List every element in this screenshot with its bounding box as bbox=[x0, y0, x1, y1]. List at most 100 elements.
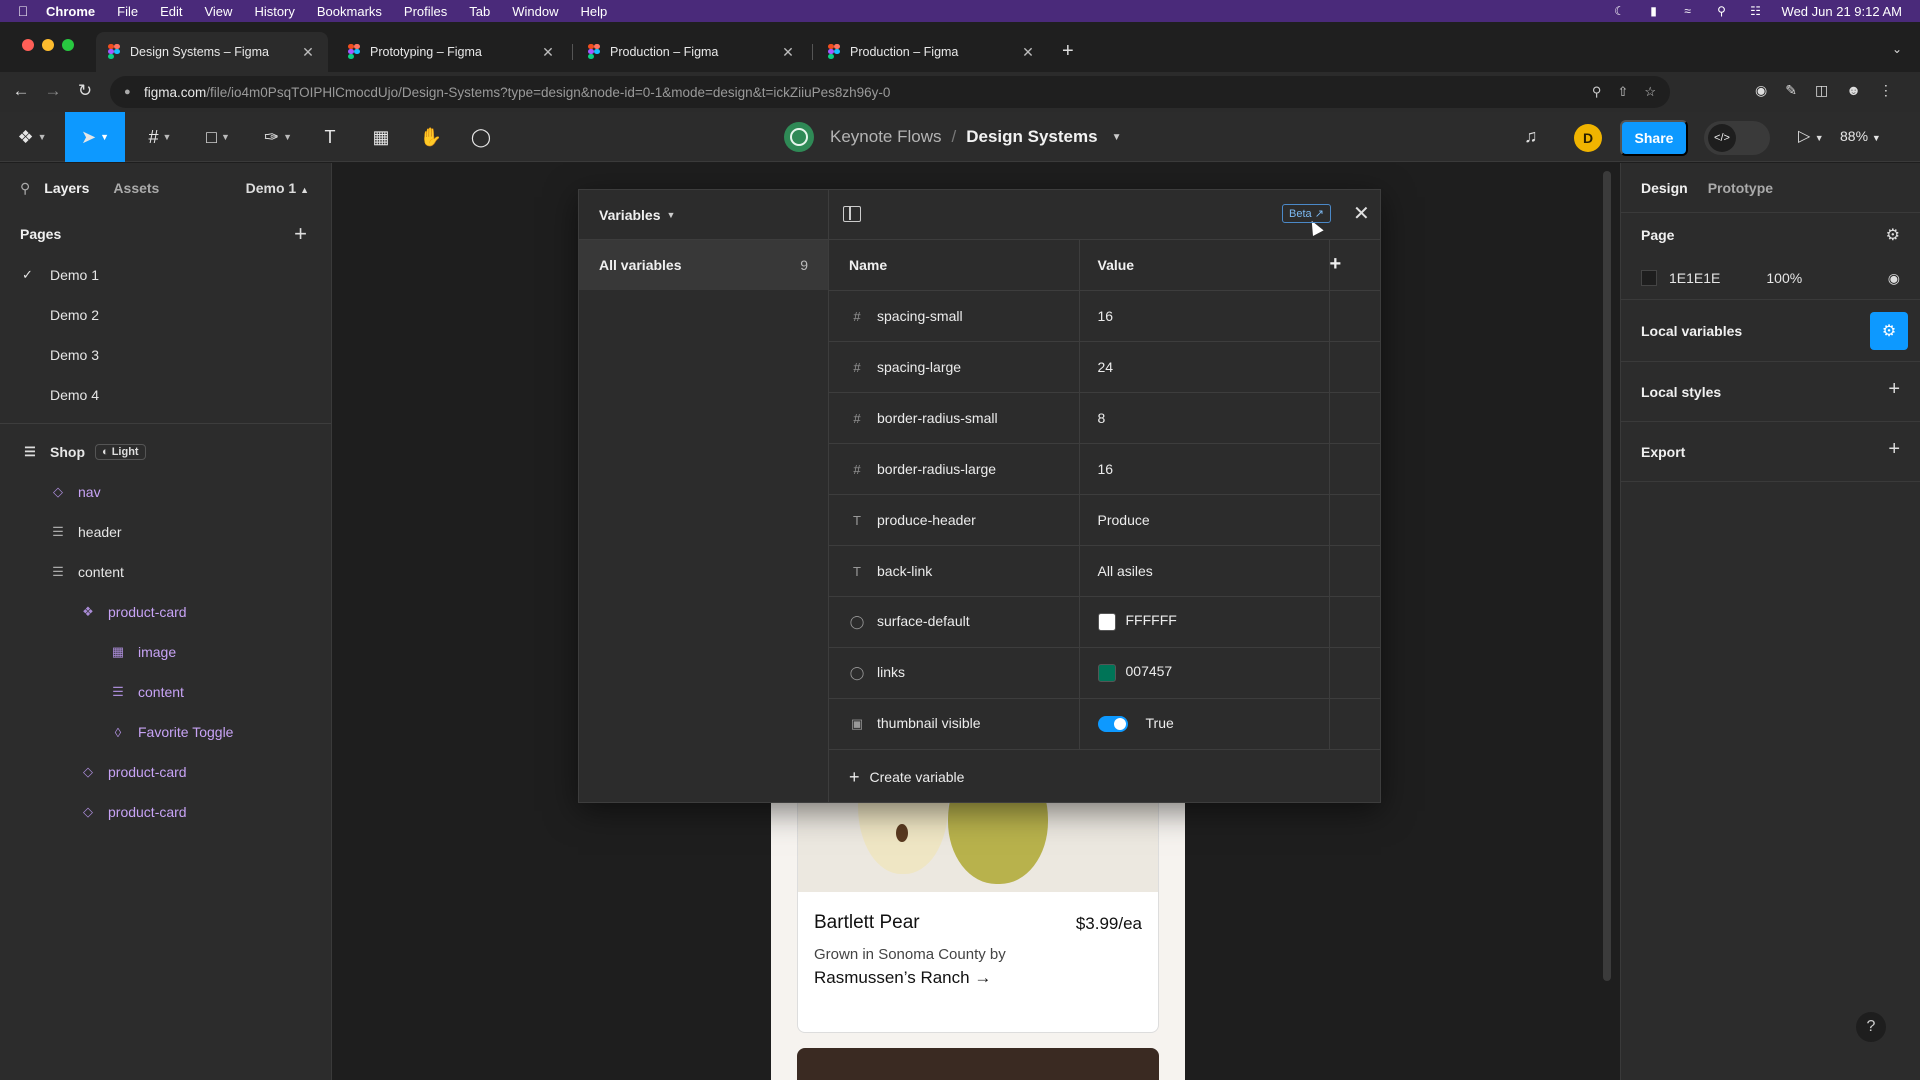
background-hex[interactable]: 1E1E1E bbox=[1669, 270, 1720, 286]
table-row[interactable]: Tback-link All asiles bbox=[829, 545, 1381, 597]
eye-icon[interactable]: ◉ bbox=[1888, 270, 1900, 287]
add-style-icon[interactable]: + bbox=[1888, 378, 1900, 401]
chevron-down-icon[interactable]: ▼ bbox=[1112, 132, 1122, 143]
tab-prototype[interactable]: Prototype bbox=[1708, 180, 1773, 196]
variable-value[interactable]: FFFFFF bbox=[1126, 612, 1177, 628]
tab-close-icon[interactable]: ✕ bbox=[540, 44, 556, 61]
table-row[interactable]: # spacing-small 16 bbox=[829, 290, 1381, 342]
menu-window[interactable]: Window bbox=[512, 4, 558, 19]
tab-close-icon[interactable]: ✕ bbox=[1020, 44, 1036, 61]
reload-icon[interactable]: ↻ bbox=[74, 81, 96, 101]
resources-tool-button[interactable]: ▦ bbox=[366, 112, 396, 162]
variable-name[interactable]: spacing-small bbox=[877, 308, 963, 324]
layer-shop[interactable]: ☰ Shop ◐ Light bbox=[0, 432, 331, 472]
menu-help[interactable]: Help bbox=[581, 4, 608, 19]
comment-tool-button[interactable]: ◯ bbox=[466, 112, 496, 162]
mode-badge[interactable]: ◐ Light bbox=[95, 444, 146, 460]
variable-value[interactable]: All asiles bbox=[1098, 563, 1153, 579]
layer-content[interactable]: ☰ content bbox=[0, 552, 331, 592]
open-variables-icon[interactable]: ⚙ bbox=[1870, 312, 1908, 350]
variable-value[interactable]: 007457 bbox=[1126, 663, 1173, 679]
shape-tool-button[interactable]: □ ▼ bbox=[196, 112, 240, 162]
layer-nav[interactable]: ◇ nav bbox=[0, 472, 331, 512]
bookmark-star-icon[interactable]: ☆ bbox=[1644, 84, 1656, 100]
menu-history[interactable]: History bbox=[254, 4, 294, 19]
puzzle-extensions-icon[interactable]: ✎ bbox=[1785, 82, 1797, 99]
share-page-icon[interactable]: ⇧ bbox=[1617, 84, 1628, 100]
moon-icon[interactable]: ☾ bbox=[1612, 4, 1628, 18]
color-swatch[interactable] bbox=[1097, 663, 1116, 682]
table-row[interactable]: ▣ thumbnail visible True bbox=[829, 698, 1381, 750]
project-name[interactable]: Keynote Flows bbox=[830, 127, 942, 147]
variable-name[interactable]: spacing-large bbox=[877, 359, 961, 375]
audio-headphones-icon[interactable]: ♫ bbox=[1524, 126, 1538, 147]
side-panel-icon[interactable]: ◫ bbox=[1815, 82, 1828, 99]
text-tool-button[interactable]: T bbox=[316, 112, 344, 162]
apple-icon[interactable]:  bbox=[0, 3, 46, 19]
variables-dropdown[interactable]: Variables ▼ bbox=[579, 190, 828, 240]
create-variable-button[interactable]: + Create variable bbox=[829, 752, 1381, 802]
layer-image[interactable]: ▦ image bbox=[0, 632, 331, 672]
color-swatch[interactable] bbox=[1097, 612, 1116, 631]
forward-arrow-icon[interactable]: → bbox=[42, 81, 64, 101]
main-menu-button[interactable]: ❖ ▼ bbox=[12, 112, 52, 162]
page-settings-icon[interactable]: ⚙ bbox=[1886, 225, 1900, 245]
dev-mode-toggle[interactable]: </> bbox=[1704, 121, 1770, 155]
variable-name[interactable]: produce-header bbox=[877, 512, 976, 528]
variable-value[interactable]: 24 bbox=[1098, 359, 1114, 375]
zoom-level[interactable]: 88% ▼ bbox=[1840, 128, 1881, 144]
frame-tool-button[interactable]: # ▼ bbox=[138, 112, 182, 162]
menu-file[interactable]: File bbox=[117, 4, 138, 19]
boolean-toggle[interactable] bbox=[1097, 716, 1128, 733]
tab-assets[interactable]: Assets bbox=[113, 180, 159, 196]
site-info-icon[interactable]: ● bbox=[124, 86, 134, 98]
present-play-icon[interactable]: ▷ ▼ bbox=[1798, 126, 1824, 146]
table-row[interactable]: # border-radius-small 8 bbox=[829, 392, 1381, 444]
shop-frame[interactable]: Bartlett Pear $3.99/ea Grown in Sonoma C… bbox=[771, 763, 1185, 1080]
variable-value[interactable]: 16 bbox=[1098, 308, 1114, 324]
table-row[interactable]: # border-radius-large 16 bbox=[829, 443, 1381, 495]
tab-search-chevron-icon[interactable]: ⌄ bbox=[1892, 42, 1902, 56]
variable-name[interactable]: border-radius-small bbox=[877, 410, 998, 426]
zoom-indicator-icon[interactable]: ⚲ bbox=[1592, 84, 1602, 100]
new-tab-icon[interactable]: + bbox=[1062, 40, 1074, 63]
variable-name[interactable]: border-radius-large bbox=[877, 461, 996, 477]
zoom-window-button[interactable] bbox=[62, 39, 74, 51]
table-row[interactable]: # spacing-large 24 bbox=[829, 341, 1381, 393]
close-icon[interactable]: ✕ bbox=[1353, 201, 1370, 226]
tab-close-icon[interactable]: ✕ bbox=[780, 44, 796, 61]
layer-product-card-3[interactable]: ◇ product-card bbox=[0, 792, 331, 832]
page-selector[interactable]: Demo 1 ▲ bbox=[246, 180, 309, 196]
farm-link[interactable]: Rasmussen’s Ranch → bbox=[814, 968, 991, 988]
more-menu-icon[interactable]: ⋮ bbox=[1879, 82, 1893, 99]
browser-tab-production-2[interactable]: Production – Figma ✕ bbox=[816, 32, 1048, 72]
table-row[interactable]: Tproduce-header Produce bbox=[829, 494, 1381, 546]
page-background-row[interactable]: 1E1E1E 100% ◉ bbox=[1621, 257, 1920, 299]
extension-icon[interactable]: ◉ bbox=[1755, 82, 1767, 99]
layer-header[interactable]: ☰ header bbox=[0, 512, 331, 552]
layer-product-card[interactable]: ❖ product-card bbox=[0, 592, 331, 632]
variable-name[interactable]: back-link bbox=[877, 563, 932, 579]
add-mode-icon[interactable]: + bbox=[1329, 240, 1381, 291]
variable-value[interactable]: 16 bbox=[1098, 461, 1114, 477]
variable-name[interactable]: surface-default bbox=[877, 613, 970, 629]
table-row[interactable]: ◯ surface-default FFFFFF bbox=[829, 596, 1381, 648]
variable-name[interactable]: thumbnail visible bbox=[877, 715, 981, 731]
browser-tab-design-systems[interactable]: Design Systems – Figma ✕ bbox=[96, 32, 328, 72]
pen-tool-button[interactable]: ✑ ▼ bbox=[256, 112, 300, 162]
menu-tab[interactable]: Tab bbox=[469, 4, 490, 19]
toggle-sidebar-icon[interactable] bbox=[843, 206, 861, 222]
canvas-scrollbar[interactable] bbox=[1603, 171, 1611, 981]
back-arrow-icon[interactable]: ← bbox=[10, 81, 32, 101]
product-card[interactable]: Bartlett Pear $3.99/ea Grown in Sonoma C… bbox=[797, 763, 1159, 1033]
hand-tool-button[interactable]: ✋ bbox=[416, 112, 446, 162]
menu-app-name[interactable]: Chrome bbox=[46, 4, 95, 19]
background-opacity[interactable]: 100% bbox=[1766, 270, 1802, 286]
menu-edit[interactable]: Edit bbox=[160, 4, 182, 19]
menu-bookmarks[interactable]: Bookmarks bbox=[317, 4, 382, 19]
spotlight-search-icon[interactable]: ⚲ bbox=[1714, 4, 1730, 18]
add-page-icon[interactable]: + bbox=[294, 221, 307, 247]
battery-icon[interactable]: ▮ bbox=[1646, 4, 1662, 18]
move-tool-button[interactable]: ➤ ▼ bbox=[65, 112, 125, 162]
add-export-icon[interactable]: + bbox=[1888, 438, 1900, 461]
